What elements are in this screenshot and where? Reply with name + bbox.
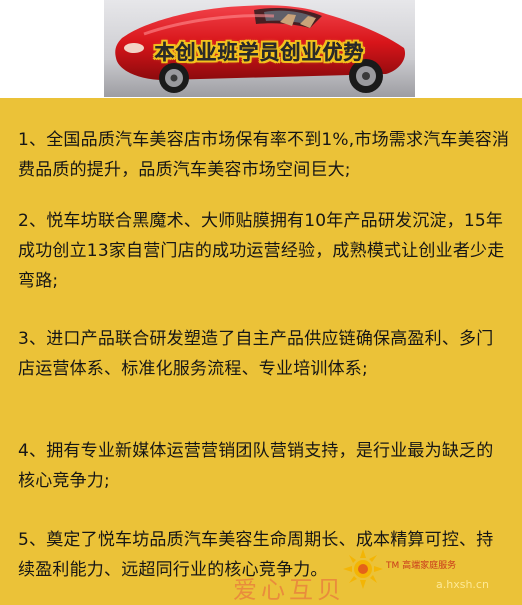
advantage-item-4: 4、拥有专业新媒体运营营销团队营销支持，是行业最为缺乏的核心竞争力; (18, 441, 494, 491)
watermark-faint-text: a.hxsh.cn (436, 578, 489, 591)
advantages-panel: 1、全国品质汽车美容店市场保有率不到1%,市场需求汽车美容消费品质的提升，品质汽… (0, 98, 522, 605)
watermark-text: 爱心互贝 (233, 576, 345, 604)
sun-logo-icon (343, 549, 383, 589)
banner-title: 本创业班学员创业优势 (154, 40, 365, 64)
advantage-item-2: 2、悦车坊联合黑魔术、大师贴膜拥有10年产品研发沉淀，15年成功创立13家自营门… (18, 211, 505, 291)
page: 本创业班学员创业优势 1、全国品质汽车美容店市场保有率不到1%,市场需求汽车美容… (0, 0, 522, 605)
banner: 本创业班学员创业优势 (104, 0, 415, 97)
advantage-item-1: 1、全国品质汽车美容店市场保有率不到1%,市场需求汽车美容消费品质的提升，品质汽… (18, 130, 510, 180)
watermark-brand: TM 高端家庭服务 (386, 561, 457, 571)
advantage-item-3: 3、进口产品联合研发塑造了自主产品供应链确保高盈利、多门店运营体系、标准化服务流… (18, 329, 494, 379)
